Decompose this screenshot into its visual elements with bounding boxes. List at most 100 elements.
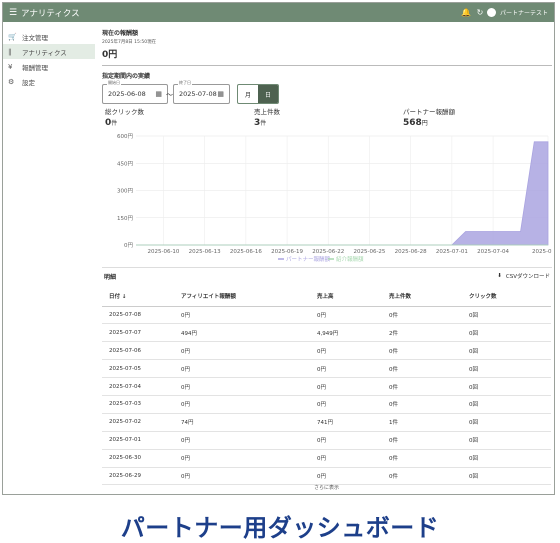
table-cell: 0円	[310, 431, 382, 450]
table-cell: 4,949円	[310, 323, 382, 343]
yen-icon: ¥	[8, 62, 13, 71]
calendar-icon[interactable]: ▦	[217, 90, 224, 98]
download-icon: ⬇	[497, 273, 502, 279]
table-cell: 0円	[310, 449, 382, 468]
table-cell: 0回	[462, 449, 551, 468]
table-row: 2025-07-03 0円 0円 0件 0回	[102, 395, 551, 414]
table-cell: 0件	[382, 467, 462, 486]
table-cell: 0円	[174, 306, 310, 325]
main-content: 現在の報酬額 2025年7月8日 15:50現在 0円 指定期間内の実績 開始日…	[102, 22, 552, 494]
table-cell: 0円	[310, 341, 382, 361]
y-tick-label: 300円	[117, 188, 133, 195]
detail-table: 日付 ↓ アフィリエイト報酬額 売上高 売上件数 クリック数 2025-07-0…	[102, 286, 551, 486]
current-reward-value: 0円	[102, 50, 118, 60]
table-cell: 2025-07-01	[102, 431, 174, 450]
toggle-day-button[interactable]: 日	[258, 85, 278, 103]
stat-sales-value: 3件	[254, 118, 267, 128]
table-row: 2025-06-30 0円 0円 0件 0回	[102, 449, 551, 468]
sidebar-item-label: 注文管理	[22, 33, 48, 42]
sidebar-item-analytics[interactable]: ∥ アナリティクス	[3, 44, 95, 59]
table-cell: 2025-07-08	[102, 306, 174, 325]
x-tick-label: 2025-06-10	[147, 249, 179, 255]
stat-clicks-value: 0件	[105, 118, 118, 128]
table-cell: 2025-06-30	[102, 449, 174, 468]
show-more-button[interactable]: さらに表示	[102, 484, 551, 491]
bar-chart-icon: ∥	[8, 47, 12, 56]
start-date-label: 開始日	[107, 80, 121, 86]
table-cell: 0件	[382, 377, 462, 396]
sidebar-item-rewards[interactable]: ¥ 報酬管理	[3, 59, 95, 74]
x-tick-label: 2025-06-28	[395, 249, 427, 255]
divider	[102, 267, 552, 268]
sidebar-item-settings[interactable]: ⚙ 設定	[3, 74, 95, 89]
user-menu[interactable]: パートナーテスト	[486, 8, 548, 17]
toggle-month-button[interactable]: 月	[238, 85, 258, 103]
hamburger-menu-icon[interactable]: ☰	[5, 8, 21, 18]
x-tick-label: 2025-06-16	[230, 249, 262, 255]
end-date-label: 終了日	[178, 80, 192, 86]
cart-icon: 🛒	[8, 32, 17, 41]
x-tick-label: 2025-07-08	[532, 249, 552, 255]
page-title: アナリティクス	[21, 8, 80, 19]
table-cell: 0回	[462, 431, 551, 450]
table-row: 2025-07-02 74円 741円 1件 0回	[102, 413, 551, 432]
divider	[102, 65, 552, 66]
y-tick-label: 450円	[117, 160, 133, 167]
table-cell: 0件	[382, 306, 462, 325]
table-row: 2025-07-05 0円 0円 0件 0回	[102, 359, 551, 379]
reward-area-chart: 0円 150円 300円 450円 600円 2025-06-10 2025-06-13 20…	[117, 133, 552, 263]
table-cell: 0円	[174, 395, 310, 414]
table-cell: 1件	[382, 413, 462, 432]
table-cell: 0円	[174, 431, 310, 450]
table-cell: 0円	[174, 467, 310, 486]
table-row: 2025-07-07 494円 4,949円 2件 0回	[102, 323, 551, 343]
table-cell: 0円	[310, 395, 382, 414]
table-cell: 2件	[382, 323, 462, 343]
start-date-field[interactable]: 開始日 2025-06-08 ▦	[102, 80, 168, 104]
table-cell: 0回	[462, 395, 551, 414]
sidebar-item-label: アナリティクス	[22, 48, 67, 57]
table-cell: 0件	[382, 431, 462, 450]
y-tick-label: 600円	[117, 133, 133, 140]
legend-label: パートナー報酬額	[286, 255, 331, 263]
sidebar: 🛒 注文管理 ∥ アナリティクス ¥ 報酬管理 ⚙ 設定	[3, 22, 95, 494]
table-cell: 0回	[462, 467, 551, 486]
y-tick-label: 150円	[117, 215, 133, 222]
csv-download-button[interactable]: ⬇ CSVダウンロード	[497, 272, 550, 280]
table-cell: 0円	[174, 377, 310, 396]
table-cell: 0回	[462, 306, 551, 325]
stat-sales-label: 売上件数	[254, 108, 280, 116]
y-tick-label: 0円	[124, 242, 133, 249]
app-window: ☰ アナリティクス 🔔 ↻ パートナーテスト 🛒 注文管理 ∥ アナリティクス …	[2, 2, 555, 495]
csv-download-label: CSVダウンロード	[505, 274, 550, 280]
end-date-field[interactable]: 終了日 2025-07-08 ▦	[173, 80, 230, 104]
stat-reward-label: パートナー報酬額	[403, 108, 455, 116]
calendar-icon[interactable]: ▦	[155, 90, 162, 98]
refresh-icon[interactable]: ↻	[473, 8, 487, 17]
legend-label: 紹介報酬額	[336, 255, 364, 263]
col-affiliate-header: アフィリエイト報酬額	[174, 286, 310, 307]
table-cell: 0件	[382, 449, 462, 468]
sidebar-item-orders[interactable]: 🛒 注文管理	[3, 29, 95, 44]
table-row: 2025-07-01 0円 0円 0件 0回	[102, 431, 551, 450]
table-cell: 2025-07-06	[102, 341, 174, 361]
table-row: 2025-07-04 0円 0円 0件 0回	[102, 377, 551, 396]
x-tick-label: 2025-06-19	[271, 249, 303, 255]
table-cell: 494円	[174, 323, 310, 343]
sidebar-item-label: 設定	[22, 78, 35, 87]
end-date-value: 2025-07-08	[179, 90, 217, 98]
table-cell: 741円	[310, 413, 382, 432]
gear-icon: ⚙	[8, 77, 15, 86]
table-cell: 0円	[174, 359, 310, 379]
table-cell: 0円	[310, 467, 382, 486]
stat-clicks-label: 総クリック数	[105, 108, 144, 116]
table-cell: 74円	[174, 413, 310, 432]
avatar	[486, 8, 496, 17]
table-row: 2025-07-08 0円 0円 0件 0回	[102, 306, 551, 325]
stat-reward-value: 568円	[403, 118, 428, 128]
current-reward-title: 現在の報酬額	[102, 30, 139, 37]
col-date-header[interactable]: 日付 ↓	[102, 286, 174, 307]
table-cell: 0円	[310, 377, 382, 396]
table-cell: 0回	[462, 323, 551, 343]
notification-bell-icon[interactable]: 🔔	[459, 8, 473, 17]
